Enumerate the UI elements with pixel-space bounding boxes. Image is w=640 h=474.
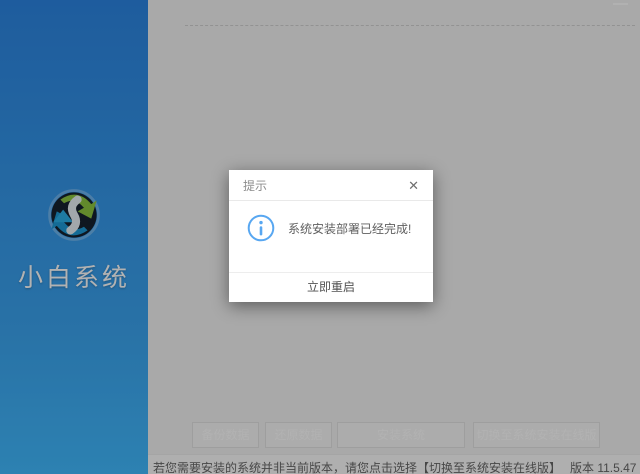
dialog-header: 提示 ✕ <box>229 170 433 201</box>
close-icon[interactable]: ✕ <box>406 177 421 194</box>
dialog-title: 提示 <box>243 177 406 194</box>
info-circle-icon <box>247 214 275 242</box>
restart-now-button[interactable]: 立即重启 <box>229 272 433 302</box>
dialog-body: 系统安装部署已经完成! <box>229 201 433 272</box>
message-dialog: 提示 ✕ 系统安装部署已经完成! 立即重启 <box>229 170 433 302</box>
app-window: 小白系统 备份数据 还原数据 安装系统 切换至系统安装在线版 若您需要安装的系统… <box>0 0 640 474</box>
dialog-message: 系统安装部署已经完成! <box>288 221 411 237</box>
